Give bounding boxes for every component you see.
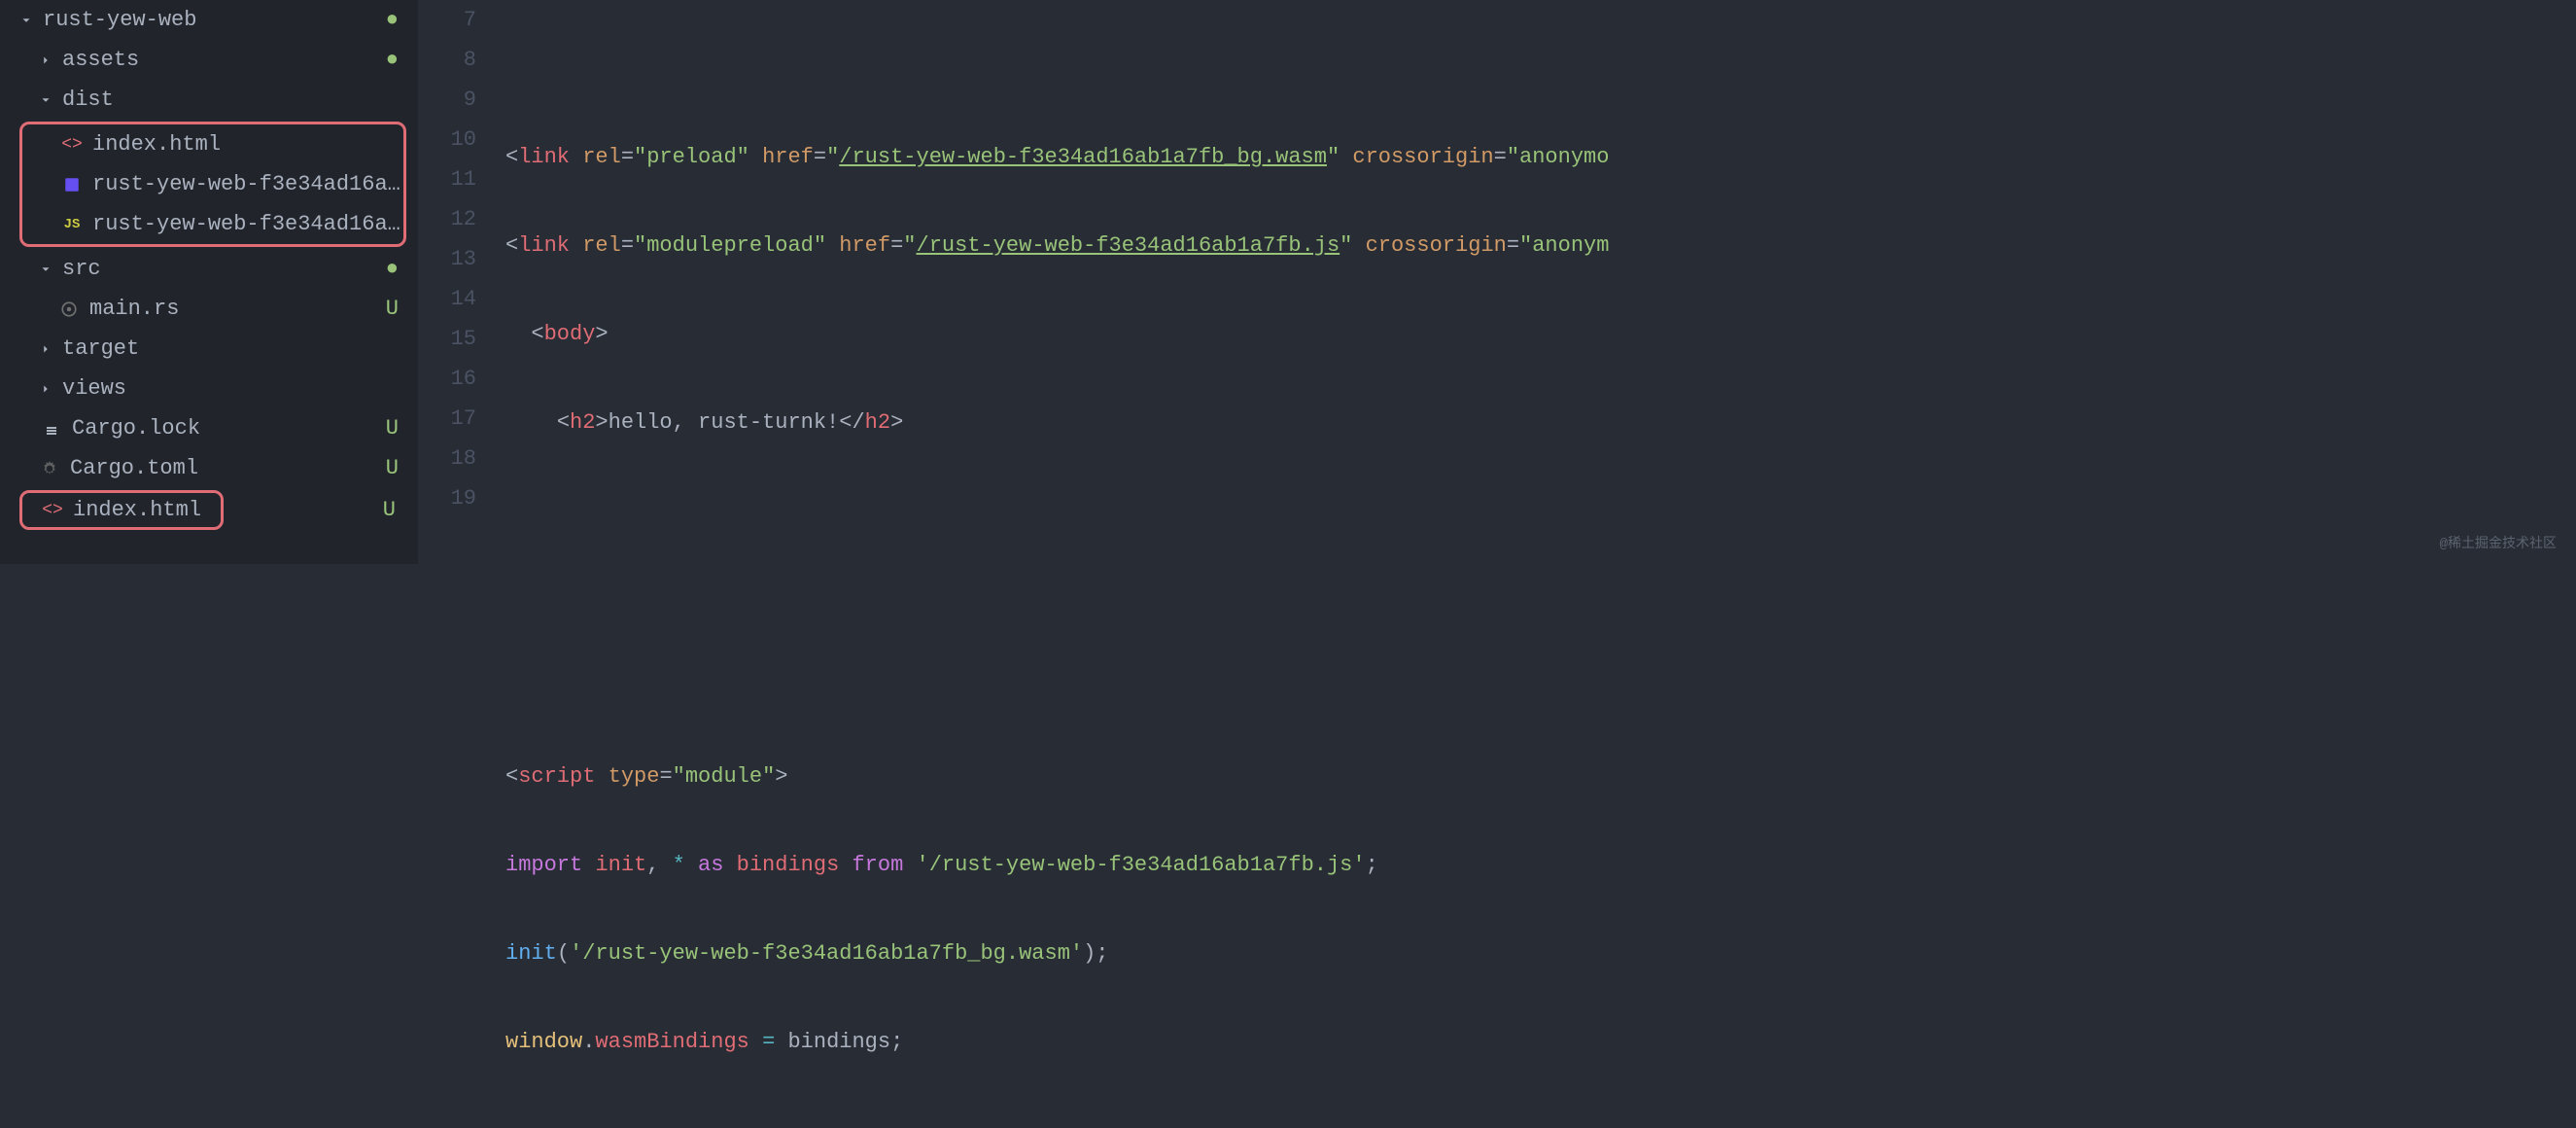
line-number: 16: [418, 359, 476, 399]
rust-file-icon: [58, 300, 80, 318]
wasm-file-icon: [61, 176, 83, 194]
code-line: [505, 1110, 2576, 1128]
code-line: <body>: [505, 314, 2576, 354]
line-number: 11: [418, 159, 476, 199]
code-line: [505, 580, 2576, 619]
code-line: window.wasmBindings = bindings;: [505, 1022, 2576, 1062]
folder-src[interactable]: src ●: [0, 249, 418, 289]
file-label: index.html: [73, 498, 221, 522]
untracked-badge: U: [386, 416, 399, 441]
folder-rust-yew-web[interactable]: rust-yew-web ●: [0, 0, 418, 40]
folder-label: target: [62, 336, 418, 361]
line-number: 17: [418, 399, 476, 439]
folder-label: views: [62, 376, 418, 401]
watermark: @稀土掘金技术社区: [2440, 533, 2557, 552]
highlight-annotation: <> index.html rust-yew-web-f3e34ad16ab1a…: [19, 122, 406, 247]
untracked-badge: U: [386, 297, 399, 321]
code-line: <link rel="modulepreload" href="/rust-ye…: [505, 226, 2576, 265]
modified-dot-icon: ●: [386, 8, 399, 32]
js-file-icon: JS: [61, 217, 83, 232]
line-number: 7: [418, 0, 476, 40]
chevron-right-icon: [39, 382, 56, 396]
gear-file-icon: [39, 460, 60, 477]
code-line: <link rel="preload" href="/rust-yew-web-…: [505, 137, 2576, 177]
chevron-down-icon: [39, 93, 56, 107]
file-label: main.rs: [89, 297, 418, 321]
file-label: Cargo.toml: [70, 456, 418, 480]
folder-dist[interactable]: dist: [0, 80, 418, 120]
untracked-badge: U: [386, 456, 399, 480]
file-index-html[interactable]: <> index.html: [22, 124, 403, 164]
file-wasm[interactable]: rust-yew-web-f3e34ad16ab1a7fb_bg.wasm: [22, 164, 403, 204]
file-main-rs[interactable]: main.rs U: [0, 289, 418, 329]
line-number: 10: [418, 120, 476, 159]
folder-assets[interactable]: assets ●: [0, 40, 418, 80]
chevron-right-icon: [39, 53, 56, 67]
line-number: 12: [418, 199, 476, 239]
chevron-down-icon: [39, 263, 56, 276]
file-label: index.html: [92, 132, 403, 157]
code-content[interactable]: <link rel="preload" href="/rust-yew-web-…: [505, 0, 2576, 564]
modified-dot-icon: ●: [386, 48, 399, 72]
line-number: 15: [418, 319, 476, 359]
line-number: 8: [418, 40, 476, 80]
file-explorer-sidebar: rust-yew-web ● assets ● dist <> index.ht…: [0, 0, 418, 564]
code-line: <script type="module">: [505, 757, 2576, 796]
code-editor[interactable]: 7 8 9 10 11 12 13 14 15 16 17 18 19 <lin…: [418, 0, 2576, 564]
code-line: [505, 49, 2576, 88]
modified-dot-icon: ●: [386, 257, 399, 281]
html-file-icon: <>: [42, 501, 63, 520]
folder-label: assets: [62, 48, 418, 72]
folder-label: rust-yew-web: [43, 8, 418, 32]
highlight-annotation: <> index.html U: [19, 490, 224, 530]
file-cargo-toml[interactable]: Cargo.toml U: [0, 448, 418, 488]
line-number: 18: [418, 439, 476, 478]
lock-file-icon: [41, 421, 62, 437]
code-line: [505, 491, 2576, 531]
folder-target[interactable]: target: [0, 329, 418, 369]
file-js[interactable]: JS rust-yew-web-f3e34ad16ab1a7fb.js: [22, 204, 403, 244]
file-label: rust-yew-web-f3e34ad16ab1a7fb.js: [92, 212, 403, 236]
chevron-right-icon: [39, 342, 56, 356]
file-index-html-root[interactable]: <> index.html U: [22, 493, 221, 527]
file-cargo-lock[interactable]: Cargo.lock U: [0, 408, 418, 448]
line-number: 19: [418, 478, 476, 518]
untracked-badge: U: [383, 498, 396, 522]
code-line: <h2>hello, rust-turnk!</h2>: [505, 403, 2576, 442]
chevron-down-icon: [19, 14, 37, 27]
line-number: 13: [418, 239, 476, 279]
line-number: 9: [418, 80, 476, 120]
line-number-gutter: 7 8 9 10 11 12 13 14 15 16 17 18 19: [418, 0, 505, 564]
folder-views[interactable]: views: [0, 369, 418, 408]
code-line: init('/rust-yew-web-f3e34ad16ab1a7fb_bg.…: [505, 934, 2576, 973]
folder-label: src: [62, 257, 418, 281]
file-label: Cargo.lock: [72, 416, 418, 441]
html-file-icon: <>: [61, 135, 83, 155]
line-number: 14: [418, 279, 476, 319]
code-line: import init, * as bindings from '/rust-y…: [505, 845, 2576, 885]
file-label: rust-yew-web-f3e34ad16ab1a7fb_bg.wasm: [92, 172, 403, 196]
code-line: [505, 668, 2576, 708]
folder-label: dist: [62, 88, 418, 112]
